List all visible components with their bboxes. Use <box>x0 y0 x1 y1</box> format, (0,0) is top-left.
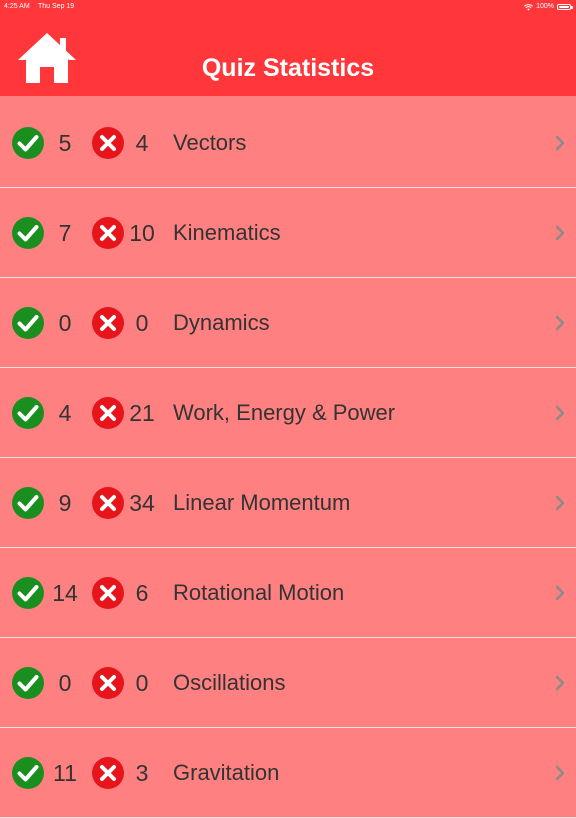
correct-count: 9 <box>58 490 72 516</box>
cross-icon <box>92 757 124 789</box>
correct-count: 4 <box>58 400 72 426</box>
wrong-count: 21 <box>129 400 155 426</box>
chevron-right-icon <box>555 585 565 601</box>
topic-row[interactable]: 9 34 Linear Momentum <box>0 458 576 548</box>
topic-name: Linear Momentum <box>173 490 351 515</box>
topic-row[interactable]: 14 6 Rotational Motion <box>0 548 576 638</box>
status-right: 100% <box>524 2 573 12</box>
topic-row[interactable]: 11 3 Gravitation <box>0 728 576 818</box>
chevron-right-icon <box>555 225 565 241</box>
topic-name: Work, Energy & Power <box>173 400 396 425</box>
topic-name: Dynamics <box>173 310 270 335</box>
cross-icon <box>92 217 124 249</box>
checkmark-icon <box>12 487 44 519</box>
cross-icon <box>92 667 124 699</box>
topic-row[interactable]: 0 0 Oscillations <box>0 638 576 728</box>
wrong-count: 0 <box>135 310 149 336</box>
cross-icon <box>92 487 124 519</box>
correct-count: 7 <box>58 220 72 246</box>
chevron-right-icon <box>555 495 565 511</box>
chevron-right-icon <box>555 765 565 781</box>
correct-count: 14 <box>52 580 78 606</box>
chevron-right-icon <box>555 675 565 691</box>
status-bar: 4:25 AM Thu Sep 19 100% <box>0 2 576 14</box>
topic-name: Oscillations <box>173 670 286 695</box>
battery-percent: 100% <box>536 3 554 10</box>
checkmark-icon <box>12 307 44 339</box>
checkmark-icon <box>12 397 44 429</box>
status-date: Thu Sep 19 <box>38 3 75 10</box>
checkmark-icon <box>12 757 44 789</box>
topic-row[interactable]: 4 21 Work, Energy & Power <box>0 368 576 458</box>
wrong-count: 34 <box>129 490 155 516</box>
topic-row[interactable]: 7 10 Kinematics <box>0 188 576 278</box>
cross-icon <box>92 397 124 429</box>
navigation-bar: 4:25 AM Thu Sep 19 100% Quiz Statistics <box>0 0 576 96</box>
checkmark-icon <box>12 577 44 609</box>
page-title: Quiz Statistics <box>201 54 375 82</box>
wrong-count: 6 <box>135 580 149 606</box>
wifi-icon <box>524 3 534 11</box>
topic-name: Rotational Motion <box>173 580 345 605</box>
checkmark-icon <box>12 667 44 699</box>
wrong-count: 4 <box>135 130 149 156</box>
correct-count: 0 <box>58 670 72 696</box>
correct-count: 11 <box>53 760 77 786</box>
topic-row[interactable]: 0 0 Dynamics <box>0 278 576 368</box>
cross-icon <box>92 307 124 339</box>
wrong-count: 10 <box>129 220 155 246</box>
topic-row[interactable]: 5 4 Vectors <box>0 98 576 188</box>
topic-name: Vectors <box>173 130 247 155</box>
chevron-right-icon <box>555 315 565 331</box>
checkmark-icon <box>12 127 44 159</box>
cross-icon <box>92 127 124 159</box>
battery-icon <box>557 4 573 10</box>
correct-count: 5 <box>58 130 72 156</box>
wrong-count: 0 <box>135 670 149 696</box>
topic-name: Gravitation <box>173 760 280 785</box>
chevron-right-icon <box>555 405 565 421</box>
cross-icon <box>92 577 124 609</box>
topic-name: Kinematics <box>173 220 281 245</box>
checkmark-icon <box>12 217 44 249</box>
wrong-count: 3 <box>135 760 149 786</box>
chevron-right-icon <box>555 135 565 151</box>
topic-list: 5 4 Vectors 7 10 Kinematics 0 0 Dynamics… <box>0 98 576 818</box>
status-time: 4:25 AM <box>4 3 30 10</box>
correct-count: 0 <box>58 310 72 336</box>
